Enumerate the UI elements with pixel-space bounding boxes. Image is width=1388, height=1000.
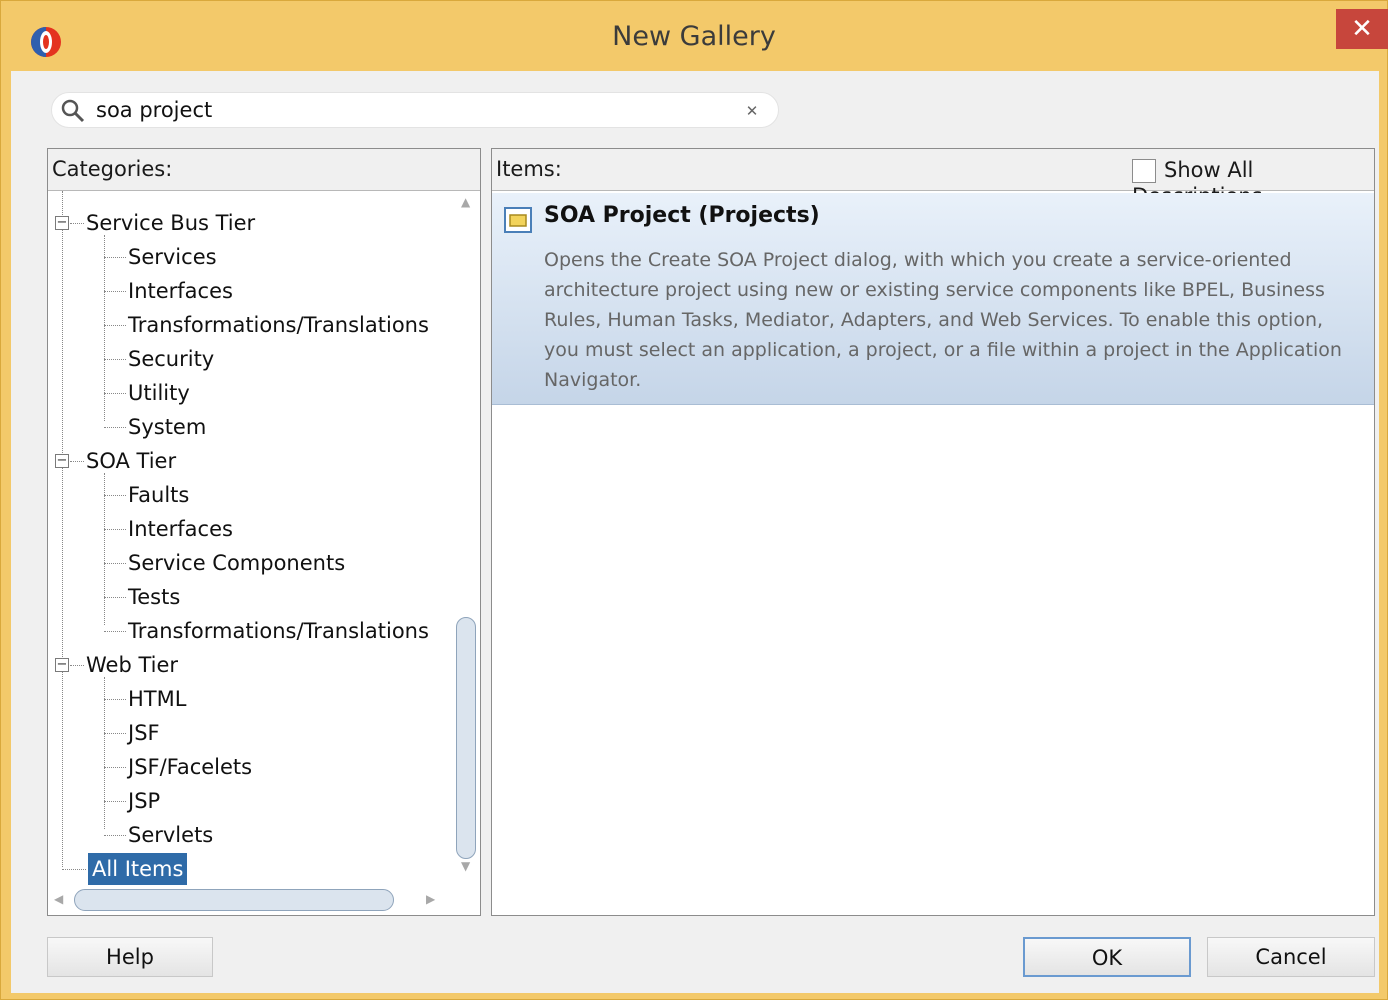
help-button[interactable]: Help (47, 937, 213, 977)
tree-connector (104, 801, 126, 802)
tree-item-all-items[interactable]: All Items (88, 853, 188, 885)
tree-connector (104, 359, 126, 360)
dialog-body: ✕ Categories: XML Files − Service Bus Tier… (11, 71, 1379, 993)
ok-button[interactable]: OK (1023, 937, 1191, 977)
tree-connector (104, 597, 126, 598)
search-icon (61, 99, 85, 123)
tree-group[interactable]: Web Tier (86, 649, 178, 681)
collapse-icon[interactable]: − (55, 216, 69, 230)
tree-connector (104, 631, 126, 632)
tree-item[interactable]: Transformations/Translations (128, 615, 429, 647)
tree-connector (104, 393, 126, 394)
tree-item[interactable]: Utility (128, 377, 190, 409)
tree-connector (104, 427, 126, 428)
tree-item[interactable]: Service Components (128, 547, 345, 579)
gallery-item-soa-project[interactable]: SOA Project (Projects) Opens the Create … (492, 193, 1374, 405)
tree-connector (104, 835, 126, 836)
tree-connector (104, 495, 126, 496)
tree-connector (70, 461, 84, 462)
tree-item[interactable]: Security (128, 343, 214, 375)
item-description: Opens the Create SOA Project dialog, wit… (544, 249, 1342, 391)
scroll-left-icon[interactable]: ◀ (54, 892, 63, 906)
tree-connector (104, 291, 126, 292)
tree-connector (104, 529, 126, 530)
items-header: Items: Show All Descriptions (492, 149, 1374, 208)
tree-connector (70, 665, 84, 666)
item-title: SOA Project (Projects) (544, 203, 820, 228)
tree-item[interactable]: JSF (128, 717, 160, 749)
items-label: Items: (496, 157, 562, 181)
clear-search-icon[interactable]: ✕ (742, 101, 762, 121)
checkbox-icon[interactable] (1132, 159, 1156, 183)
show-all-descriptions-checkbox[interactable]: Show All Descriptions (1132, 157, 1374, 208)
tree-item[interactable]: System (128, 411, 206, 443)
vertical-scroll-thumb[interactable] (456, 617, 476, 859)
scroll-right-icon[interactable]: ▶ (426, 892, 435, 906)
tree-item[interactable]: HTML (128, 683, 186, 715)
tree-item[interactable]: Services (128, 241, 217, 273)
tree-item[interactable]: Interfaces (128, 513, 233, 545)
categories-header: Categories: (48, 149, 480, 191)
search-input[interactable] (96, 96, 736, 124)
search-box[interactable]: ✕ (51, 92, 779, 128)
tree-item[interactable]: Transformations/Translations (128, 309, 429, 341)
tree-connector (62, 869, 86, 870)
tree-item[interactable]: Servlets (128, 819, 213, 851)
title-bar[interactable]: New Gallery ✕ (1, 1, 1388, 71)
tree-group[interactable]: SOA Tier (86, 445, 176, 477)
project-folder-icon (504, 207, 532, 233)
collapse-icon[interactable]: − (55, 454, 69, 468)
tree-item[interactable]: JSP (128, 785, 160, 817)
tree-item[interactable]: Faults (128, 479, 189, 511)
categories-tree[interactable]: XML Files−Service Bus TierServicesInterf… (48, 191, 450, 885)
tree-connector (104, 767, 126, 768)
tree-connector (104, 257, 126, 258)
tree-connector (104, 733, 126, 734)
collapse-icon[interactable]: − (55, 658, 69, 672)
horizontal-scroll-thumb[interactable] (74, 889, 394, 911)
tree-item-partial[interactable]: XML Files (128, 191, 225, 199)
tree-item[interactable]: Interfaces (128, 275, 233, 307)
cancel-button[interactable]: Cancel (1207, 937, 1375, 977)
scroll-up-icon[interactable]: ▲ (461, 195, 470, 209)
scroll-down-icon[interactable]: ▼ (461, 859, 470, 873)
tree-item[interactable]: Tests (128, 581, 180, 613)
items-panel: Items: Show All Descriptions SOA Project… (491, 148, 1375, 916)
categories-vertical-scrollbar[interactable]: ▲ ▼ (452, 191, 480, 887)
close-button[interactable]: ✕ (1336, 9, 1388, 49)
tree-connector (104, 699, 126, 700)
tree-root-line (62, 191, 63, 867)
new-gallery-dialog: New Gallery ✕ ✕ Categories: XML Files − Se… (0, 0, 1388, 1000)
tree-connector (70, 223, 84, 224)
categories-label: Categories: (52, 157, 173, 181)
tree-connector (104, 563, 126, 564)
window-title: New Gallery (612, 21, 776, 52)
categories-horizontal-scrollbar[interactable]: ◀ ▶ (48, 885, 452, 915)
tree-group[interactable]: Service Bus Tier (86, 207, 255, 239)
tree-connector (104, 325, 126, 326)
categories-panel: Categories: XML Files−Service Bus TierSe… (47, 148, 481, 916)
tree-item[interactable]: JSF/Facelets (128, 751, 252, 783)
